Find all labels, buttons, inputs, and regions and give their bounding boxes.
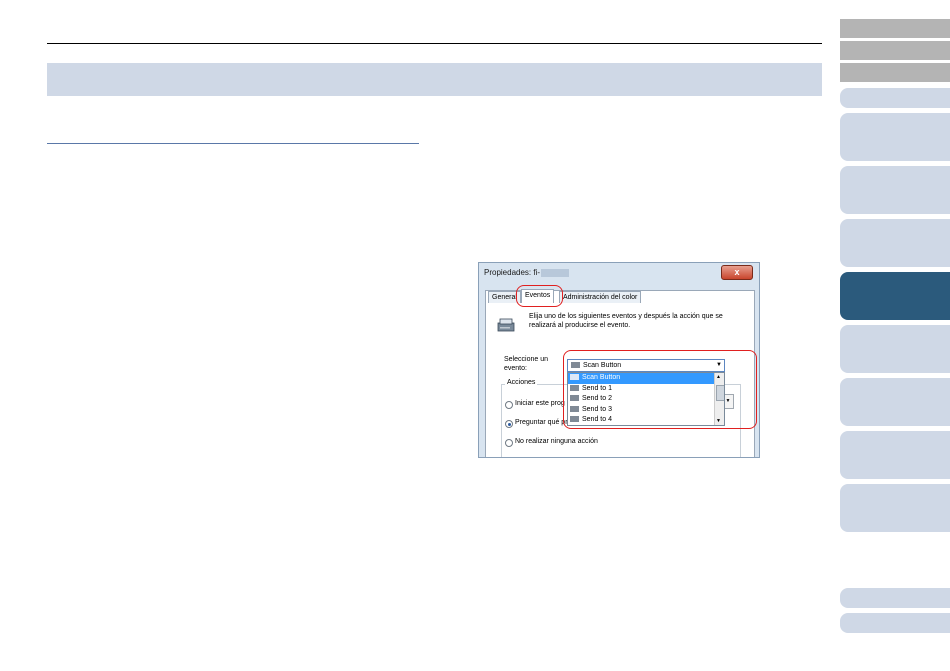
actions-caption: Acciones bbox=[505, 379, 538, 386]
side-tab-chapter-2[interactable] bbox=[840, 166, 950, 214]
side-tab-appendix[interactable] bbox=[840, 588, 950, 608]
dialog-title-redacted bbox=[541, 269, 569, 277]
radio-no-action-label: No realizar ninguna acción bbox=[515, 438, 598, 445]
section-title-band bbox=[47, 63, 822, 96]
event-label: Seleccione un evento: bbox=[504, 356, 548, 372]
side-tab-chapter-4-active[interactable] bbox=[840, 272, 950, 320]
scanner-icon bbox=[497, 318, 515, 332]
properties-dialog-screenshot: Propiedades: fi- x General Eventos Admin… bbox=[478, 262, 760, 458]
radio-no-action[interactable] bbox=[505, 439, 513, 447]
side-tab-index[interactable] bbox=[840, 63, 950, 82]
radio-ask-program[interactable] bbox=[505, 420, 513, 428]
radio-start-program[interactable] bbox=[505, 401, 513, 409]
side-tab-chapter-6[interactable] bbox=[840, 378, 950, 426]
side-tab-glossary[interactable] bbox=[840, 613, 950, 633]
tab-color-management[interactable]: Administración del color bbox=[559, 291, 642, 303]
side-tab-chapter-1[interactable] bbox=[840, 113, 950, 161]
side-tab-chapter-3[interactable] bbox=[840, 219, 950, 267]
radio-start-program-label: Iniciar este prog bbox=[515, 400, 565, 407]
header-rule bbox=[47, 43, 822, 44]
side-tab-chapter-5[interactable] bbox=[840, 325, 950, 373]
side-tab-intro[interactable] bbox=[840, 88, 950, 108]
dialog-description: Elija uno de los siguientes eventos y de… bbox=[529, 313, 723, 329]
close-icon[interactable]: x bbox=[721, 265, 753, 280]
side-tab-chapter-8[interactable] bbox=[840, 484, 950, 532]
side-tab-cover[interactable] bbox=[840, 19, 950, 38]
side-tab-chapter-7[interactable] bbox=[840, 431, 950, 479]
event-list-highlight bbox=[563, 350, 757, 429]
side-tab-contents[interactable] bbox=[840, 41, 950, 60]
eventos-tab-highlight bbox=[516, 285, 563, 307]
subsection-rule bbox=[47, 143, 419, 144]
dialog-title: Propiedades: fi- bbox=[484, 268, 541, 277]
